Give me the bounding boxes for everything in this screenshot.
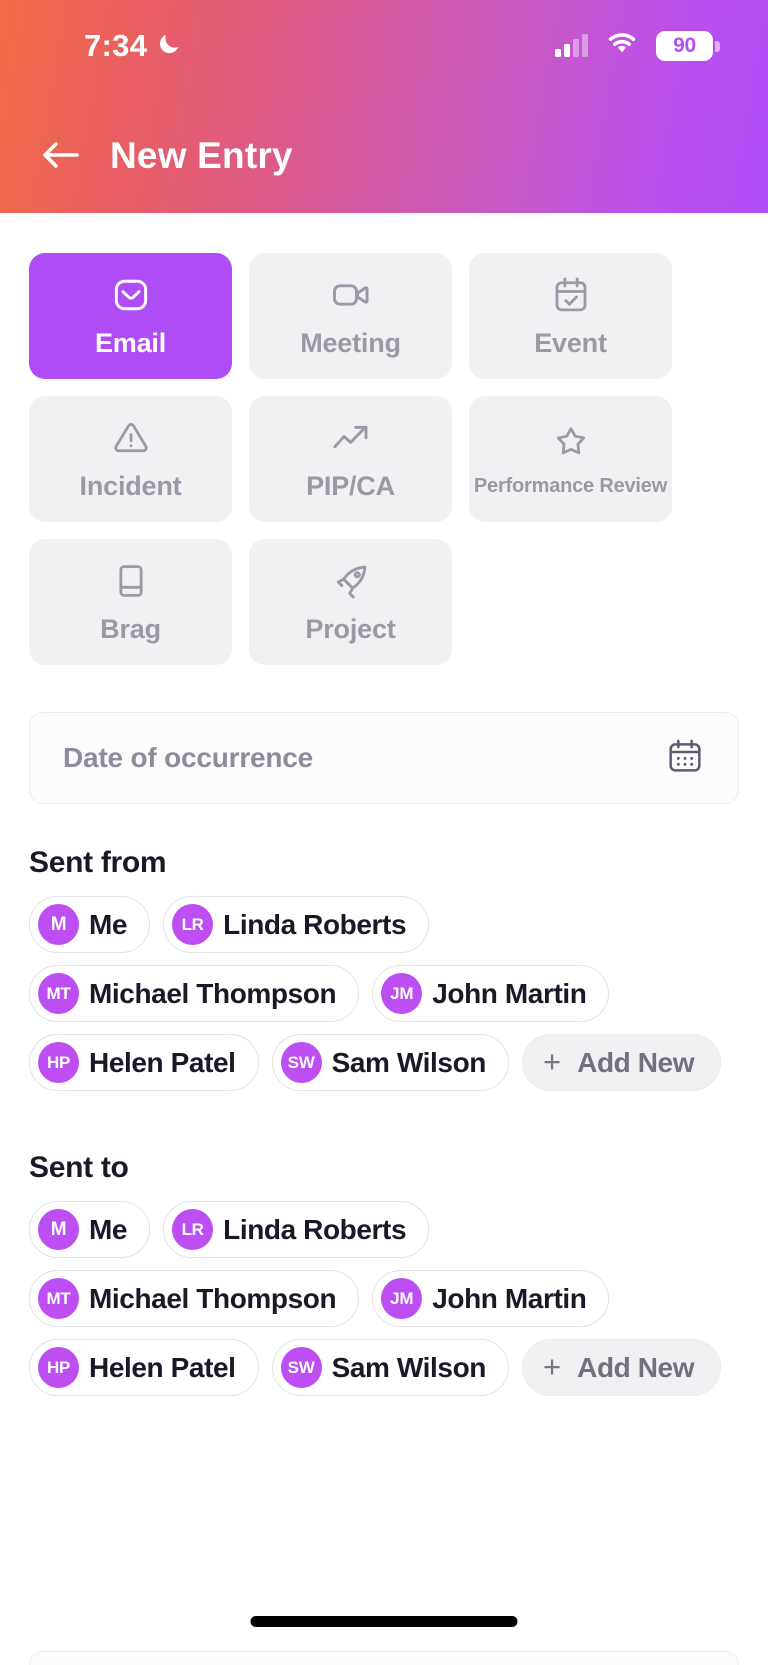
person-name: Helen Patel — [89, 1046, 236, 1078]
cellular-signal-icon — [555, 34, 588, 57]
status-bar-right: 90 — [555, 31, 720, 61]
person-name: Me — [89, 1213, 128, 1245]
avatar: LR — [172, 904, 214, 945]
avatar: SW — [280, 1042, 322, 1083]
person-chip[interactable]: HP Helen Patel — [29, 1339, 259, 1396]
calendar-icon[interactable] — [665, 736, 705, 781]
sent-from-chip-list: M Me LR Linda Roberts MT Michael Thompso… — [29, 896, 739, 1091]
person-chip[interactable]: MT Michael Thompson — [29, 1270, 360, 1327]
entry-type-label: Performance Review — [473, 475, 668, 497]
person-chip[interactable]: M Me — [29, 896, 151, 953]
entry-type-label: Brag — [100, 614, 161, 644]
plus-icon: + — [543, 1043, 562, 1079]
avatar: MT — [38, 973, 79, 1014]
add-new-recipient-button[interactable]: + Add New — [522, 1339, 722, 1396]
add-new-sender-button[interactable]: + Add New — [522, 1034, 722, 1091]
person-chip[interactable]: JM John Martin — [372, 965, 610, 1022]
home-indicator — [250, 1616, 518, 1627]
status-time: 7:34 — [84, 28, 148, 63]
person-chip[interactable]: SW Sam Wilson — [271, 1339, 510, 1396]
person-name: Linda Roberts — [223, 1213, 407, 1245]
entry-type-label: PIP/CA — [306, 471, 395, 501]
star-icon — [550, 420, 592, 464]
entry-type-event[interactable]: Event — [469, 253, 672, 379]
person-name: John Martin — [432, 1282, 587, 1314]
status-bar: 7:34 90 — [0, 0, 768, 92]
add-new-label: Add New — [577, 1351, 695, 1383]
person-name: Sam Wilson — [331, 1351, 487, 1383]
avatar: SW — [280, 1347, 322, 1388]
entry-type-label: Meeting — [300, 328, 401, 358]
battery-percent-label: 90 — [673, 34, 696, 57]
avatar: M — [38, 904, 79, 945]
person-name: Sam Wilson — [331, 1046, 487, 1078]
trending-up-icon — [329, 416, 373, 460]
sent-to-title: Sent to — [29, 1151, 129, 1184]
person-name: John Martin — [432, 977, 587, 1009]
entry-type-performance-review[interactable]: Performance Review — [469, 396, 672, 522]
avatar: HP — [38, 1042, 79, 1083]
person-name: Linda Roberts — [223, 908, 407, 940]
person-name: Michael Thompson — [89, 1282, 337, 1314]
person-name: Me — [89, 908, 128, 940]
person-chip[interactable]: LR Linda Roberts — [163, 896, 430, 953]
warning-triangle-icon — [110, 416, 152, 460]
date-of-occurrence-field[interactable]: Date of occurrence — [29, 712, 739, 804]
person-chip[interactable]: M Me — [29, 1201, 151, 1258]
entry-type-label: Project — [305, 614, 396, 644]
entry-type-meeting[interactable]: Meeting — [249, 253, 452, 379]
avatar: LR — [172, 1209, 214, 1250]
avatar: JM — [381, 1278, 423, 1319]
calendar-check-icon — [550, 273, 592, 317]
person-chip[interactable]: LR Linda Roberts — [163, 1201, 430, 1258]
person-chip[interactable]: HP Helen Patel — [29, 1034, 259, 1091]
entry-type-project[interactable]: Project — [249, 539, 452, 665]
add-new-label: Add New — [577, 1046, 695, 1078]
page-title: New Entry — [110, 135, 293, 176]
date-placeholder-label: Date of occurrence — [63, 742, 314, 773]
entry-type-label: Incident — [79, 471, 182, 501]
entry-type-label: Event — [534, 328, 607, 358]
avatar: MT — [38, 1278, 79, 1319]
avatar: HP — [38, 1347, 79, 1388]
avatar: M — [38, 1209, 79, 1250]
entry-type-brag[interactable]: Brag — [29, 539, 232, 665]
person-name: Michael Thompson — [89, 977, 337, 1009]
sent-to-chip-list: M Me LR Linda Roberts MT Michael Thompso… — [29, 1201, 739, 1396]
plus-icon: + — [543, 1348, 562, 1384]
rocket-icon — [329, 559, 373, 603]
main-content: Email Meeting Event Incident PIP/CA Perf… — [0, 213, 768, 1665]
entry-type-grid: Email Meeting Event Incident PIP/CA Perf… — [29, 213, 739, 665]
wifi-icon — [605, 31, 639, 61]
entry-type-pip-ca[interactable]: PIP/CA — [249, 396, 452, 522]
back-button[interactable] — [36, 130, 88, 182]
sent-to-section: Sent to M Me LR Linda Roberts MT Michael… — [29, 1151, 739, 1396]
sent-from-title: Sent from — [29, 846, 167, 879]
entry-type-email[interactable]: Email — [29, 253, 232, 379]
entry-type-label: Email — [94, 328, 167, 358]
battery-indicator: 90 — [656, 31, 720, 61]
avatar: JM — [381, 973, 423, 1014]
video-camera-icon — [329, 273, 373, 317]
nav-bar: New Entry — [0, 116, 768, 196]
person-name: Helen Patel — [89, 1351, 236, 1383]
crescent-moon-icon — [156, 31, 182, 62]
app-screen: 7:34 90 New Entry Email Meeting Event In… — [0, 0, 768, 1665]
entry-type-incident[interactable]: Incident — [29, 396, 232, 522]
person-chip[interactable]: JM John Martin — [372, 1270, 610, 1327]
sent-from-section: Sent from M Me LR Linda Roberts MT Micha… — [29, 846, 739, 1091]
envelope-icon — [109, 273, 153, 317]
book-icon — [110, 559, 152, 603]
person-chip[interactable]: MT Michael Thompson — [29, 965, 360, 1022]
next-field-edge — [29, 1651, 739, 1665]
arrow-left-icon — [40, 138, 84, 175]
status-bar-left: 7:34 — [84, 28, 182, 64]
app-header: 7:34 90 New Entry — [0, 0, 768, 213]
person-chip[interactable]: SW Sam Wilson — [271, 1034, 510, 1091]
